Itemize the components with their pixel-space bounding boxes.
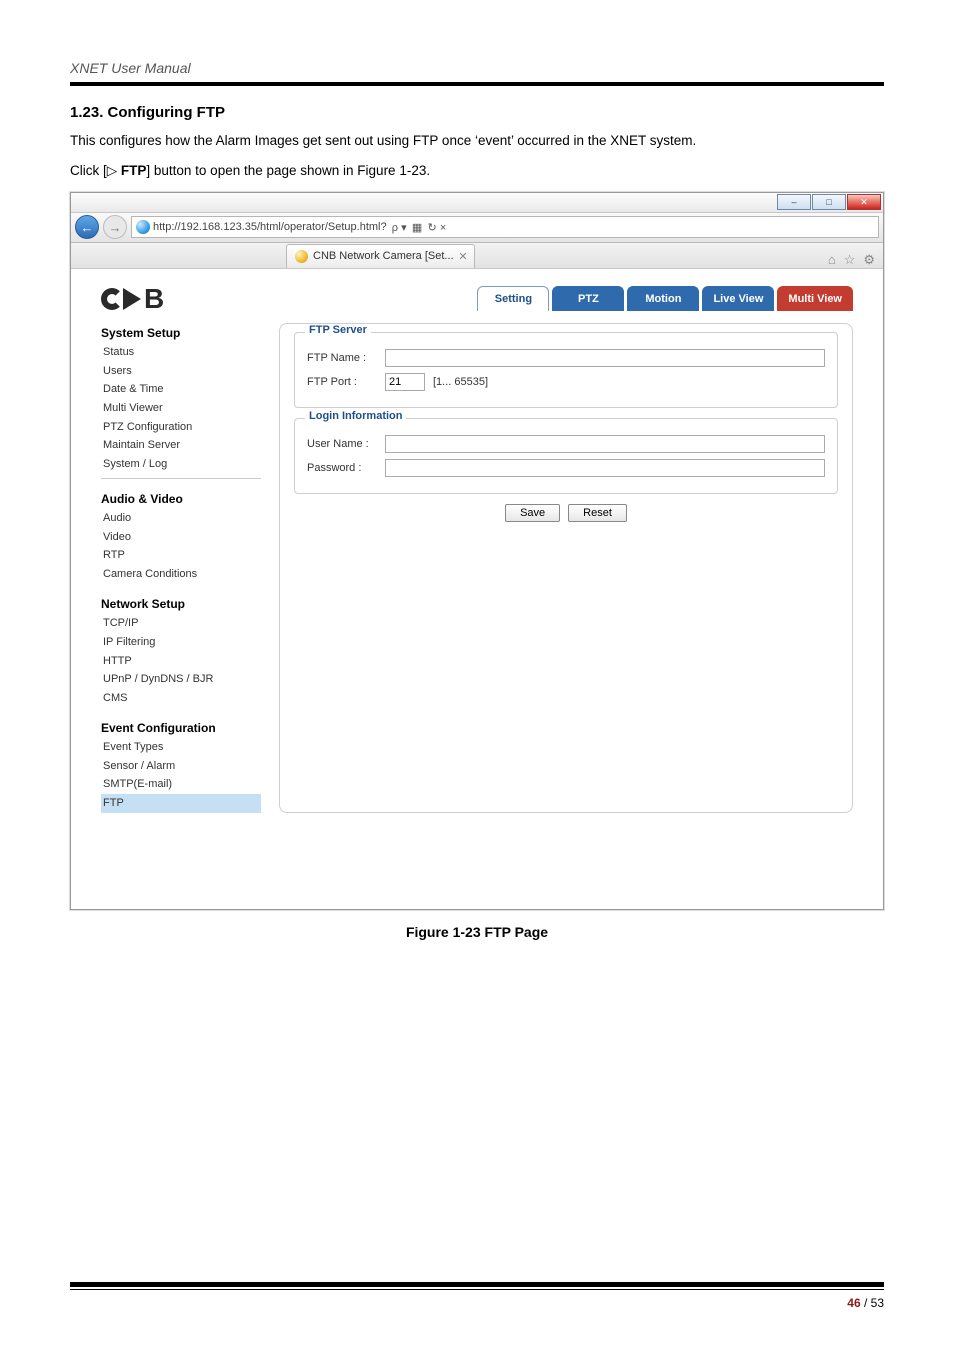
fieldset-ftp-server: FTP Server FTP Name : FTP Port : [1... 6…: [294, 332, 838, 408]
input-user-name[interactable]: [385, 435, 825, 453]
browser-window: – □ ✕ ← → http://192.168.123.35/html/ope…: [70, 192, 884, 910]
window-title-bar: – □ ✕: [71, 193, 883, 213]
sidebar-item-tcpip[interactable]: TCP/IP: [101, 614, 261, 633]
browser-toolbar-right: ⌂ ☆ ⚙: [828, 252, 883, 268]
tab-ptz[interactable]: PTZ: [552, 286, 624, 311]
sidebar-heading-av: Audio & Video: [101, 489, 261, 509]
sidebar-item-ip-filtering[interactable]: IP Filtering: [101, 633, 261, 652]
intro-para-1: This configures how the Alarm Images get…: [70, 131, 884, 151]
save-button[interactable]: Save: [505, 504, 560, 522]
page-current: 46: [847, 1296, 860, 1310]
sidebar-heading-network: Network Setup: [101, 594, 261, 614]
label-ftp-port: FTP Port :: [307, 376, 377, 388]
page-total: 53: [871, 1296, 884, 1310]
label-ftp-name: FTP Name :: [307, 352, 377, 364]
window-minimize-button[interactable]: –: [777, 194, 811, 210]
tab-setting[interactable]: Setting: [477, 286, 549, 311]
footer-rule-thick: [70, 1282, 884, 1287]
nav-forward-button[interactable]: →: [103, 215, 127, 239]
address-url: http://192.168.123.35/html/operator/Setu…: [153, 221, 387, 233]
triangle-icon: ▷: [107, 163, 121, 178]
logo-c-shape: [101, 288, 123, 310]
input-ftp-port[interactable]: [385, 373, 425, 391]
input-password[interactable]: [385, 459, 825, 477]
main-nav-tabs: Setting PTZ Motion Live View Multi View: [477, 286, 853, 311]
cnb-logo: B: [101, 283, 163, 315]
footer-rule-thin: [70, 1289, 884, 1290]
reset-button[interactable]: Reset: [568, 504, 627, 522]
figure-caption: Figure 1-23 FTP Page: [70, 924, 884, 940]
page-footer: 46 / 53: [70, 1282, 884, 1310]
sidebar-item-event-types[interactable]: Event Types: [101, 738, 261, 757]
sidebar-heading-event: Event Configuration: [101, 718, 261, 738]
sidebar-item-rtp[interactable]: RTP: [101, 546, 261, 565]
home-icon[interactable]: ⌂: [828, 252, 836, 268]
tab-multi-view[interactable]: Multi View: [777, 286, 853, 311]
sidebar-item-system-log[interactable]: System / Log: [101, 455, 261, 474]
sidebar-item-camera-conditions[interactable]: Camera Conditions: [101, 565, 261, 584]
sidebar-heading-system: System Setup: [101, 323, 261, 343]
intro-para-2: Click [▷ FTP] button to open the page sh…: [70, 161, 884, 181]
browser-tab[interactable]: CNB Network Camera [Set... ✕: [286, 244, 475, 268]
sidebar-item-video[interactable]: Video: [101, 528, 261, 547]
p2-prefix: Click [: [70, 163, 107, 178]
browser-tab-bar: CNB Network Camera [Set... ✕ ⌂ ☆ ⚙: [71, 243, 883, 269]
sidebar-item-smtp[interactable]: SMTP(E-mail): [101, 775, 261, 794]
tools-gear-icon[interactable]: ⚙: [863, 252, 875, 268]
sidebar: System Setup Status Users Date & Time Mu…: [101, 323, 261, 813]
sidebar-divider: [101, 478, 261, 479]
logo-triangle-shape: [123, 288, 141, 310]
section-heading: 1.23. Configuring FTP: [70, 104, 884, 121]
p2-bold: FTP: [121, 163, 147, 178]
label-password: Password :: [307, 462, 377, 474]
nav-back-button[interactable]: ←: [75, 215, 99, 239]
sidebar-item-ptz-config[interactable]: PTZ Configuration: [101, 418, 261, 437]
app-header: B Setting PTZ Motion Live View Multi Vie…: [101, 279, 853, 315]
sidebar-item-audio[interactable]: Audio: [101, 509, 261, 528]
top-rule: [70, 82, 884, 86]
favorites-icon[interactable]: ☆: [844, 252, 856, 268]
sidebar-item-date-time[interactable]: Date & Time: [101, 380, 261, 399]
fieldset-login-info: Login Information User Name : Password :: [294, 418, 838, 494]
sidebar-item-sensor-alarm[interactable]: Sensor / Alarm: [101, 757, 261, 776]
window-maximize-button[interactable]: □: [812, 194, 846, 210]
sidebar-item-users[interactable]: Users: [101, 362, 261, 381]
tab-close-icon[interactable]: ✕: [458, 250, 467, 263]
address-bar[interactable]: http://192.168.123.35/html/operator/Setu…: [131, 216, 879, 238]
tab-title: CNB Network Camera [Set...: [313, 250, 454, 262]
page-number: 46 / 53: [70, 1296, 884, 1310]
manual-title: XNET User Manual: [70, 60, 884, 76]
sidebar-item-http[interactable]: HTTP: [101, 652, 261, 671]
sidebar-item-cms[interactable]: CMS: [101, 689, 261, 708]
sidebar-item-multi-viewer[interactable]: Multi Viewer: [101, 399, 261, 418]
address-bar-row: ← → http://192.168.123.35/html/operator/…: [71, 213, 883, 243]
address-controls: ρ ▾ ▦ ↻ ×: [390, 221, 447, 234]
legend-login-info: Login Information: [305, 410, 406, 422]
window-close-button[interactable]: ✕: [847, 194, 881, 210]
main-panel: FTP Server FTP Name : FTP Port : [1... 6…: [279, 323, 853, 813]
button-row: Save Reset: [294, 504, 838, 522]
input-ftp-name[interactable]: [385, 349, 825, 367]
page-sep: /: [861, 1296, 871, 1310]
p2-suffix: ] button to open the page shown in Figur…: [146, 163, 430, 178]
label-user-name: User Name :: [307, 438, 377, 450]
hint-ftp-port-range: [1... 65535]: [433, 376, 488, 388]
sidebar-item-ftp[interactable]: FTP: [101, 794, 261, 813]
ie-icon: [136, 220, 150, 234]
tab-live-view[interactable]: Live View: [702, 286, 774, 311]
legend-ftp-server: FTP Server: [305, 324, 371, 336]
app-content: B Setting PTZ Motion Live View Multi Vie…: [71, 269, 883, 909]
sidebar-item-upnp-dyndns-bjr[interactable]: UPnP / DynDNS / BJR: [101, 670, 261, 689]
tab-motion[interactable]: Motion: [627, 286, 699, 311]
sidebar-item-status[interactable]: Status: [101, 343, 261, 362]
sidebar-item-maintain-server[interactable]: Maintain Server: [101, 436, 261, 455]
tab-favicon-icon: [295, 250, 308, 263]
